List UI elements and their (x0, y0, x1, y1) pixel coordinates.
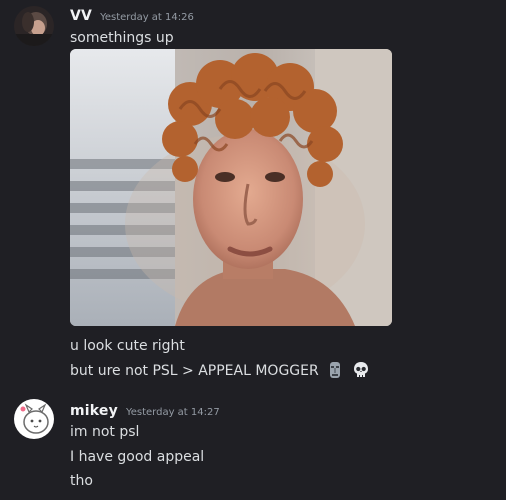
image-attachment[interactable] (70, 49, 392, 326)
moai-emoji[interactable] (326, 361, 344, 379)
message-text: im not psl (70, 424, 140, 440)
avatar-mikey[interactable] (14, 399, 54, 439)
avatar-mikey-image (14, 399, 54, 439)
attached-photo (70, 49, 392, 326)
message-text: somethings up (70, 30, 174, 46)
message-text-with-emojis: but ure not PSL > APPEAL MOGGER (70, 361, 370, 380)
username-mikey[interactable]: mikey (70, 403, 118, 419)
message-timestamp[interactable]: Yesterday at 14:27 (126, 407, 220, 418)
skull-icon (353, 362, 368, 377)
chat-messages: VV Yesterday at 14:26 somethings up u lo… (0, 0, 506, 500)
message-timestamp[interactable]: Yesterday at 14:26 (100, 12, 194, 23)
message-text: I have good appeal (70, 449, 205, 465)
skull-emoji[interactable] (352, 361, 370, 379)
avatar-vv[interactable] (14, 6, 54, 46)
message-text: u look cute right (70, 338, 185, 354)
username-vv[interactable]: VV (70, 8, 92, 24)
moai-icon (330, 362, 341, 378)
message-text: tho (70, 473, 93, 489)
message-text: but ure not PSL > APPEAL MOGGER (70, 363, 319, 379)
avatar-vv-image (14, 6, 54, 46)
